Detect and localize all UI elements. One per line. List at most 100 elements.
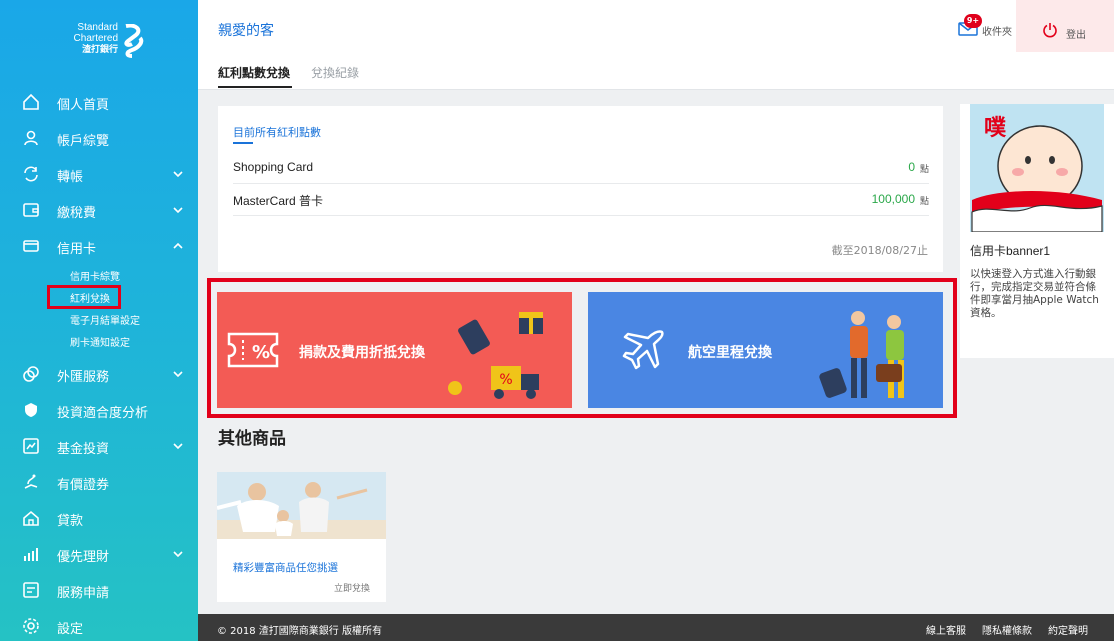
chevron-down-icon (173, 171, 183, 178)
sidebar-item-credit-card[interactable]: 信用卡 (0, 228, 198, 264)
product-card[interactable]: 精彩豐富商品任您挑選 立即兌換 (217, 472, 386, 602)
redeem-now-link[interactable]: 立即兌換 (334, 581, 370, 594)
chevron-down-icon (173, 207, 183, 214)
transfer-icon (24, 166, 38, 182)
credit-card-icon (23, 240, 39, 252)
promo-description: 以快速登入方式進入行動銀行，完成指定交易並符合條件即享當月抽Apple Watc… (970, 268, 1099, 319)
sidebar-item-suitability[interactable]: 投資適合度分析 (0, 392, 198, 428)
submenu-card-overview[interactable]: 信用卡綜覽 (0, 264, 198, 286)
brand-name: Standard Chartered 渣打銀行 (60, 22, 118, 55)
brand-logo[interactable]: Standard Chartered 渣打銀行 (60, 22, 150, 68)
currency-icon (23, 366, 39, 382)
credit-card-submenu: 信用卡綜覽 紅利兌換 電子月結單設定 刷卡通知設定 (0, 264, 198, 356)
wallet-icon (23, 203, 39, 217)
coupon-icon: % (227, 332, 279, 368)
family-photo-icon (217, 472, 386, 539)
sidebar-item-label: 基金投資 (57, 442, 110, 457)
submenu-label: 信用卡綜覽 (70, 272, 120, 283)
points-row-value: 100,000 (871, 192, 915, 206)
svg-text:%: % (499, 372, 512, 388)
sidebar-item-label: 繳稅費 (57, 206, 97, 221)
points-card: 目前所有紅利點數 Shopping Card 0 點 MasterCard 普卡… (218, 106, 943, 272)
securities-icon (24, 474, 38, 489)
footer: © 2018 渣打國際商業銀行 版權所有 線上客服 隱私權條款 約定聲明 (198, 614, 1114, 641)
shield-icon (25, 403, 37, 417)
sidebar-item-label: 設定 (57, 622, 84, 637)
bar-chart-icon (24, 548, 38, 561)
points-as-of: 截至2018/08/27止 (831, 244, 928, 257)
sidebar-item-account-overview[interactable]: 帳戶綜覽 (0, 120, 198, 156)
airline-miles-redeem-banner[interactable]: 航空里程兌換 (588, 292, 943, 408)
sidebar-item-label: 帳戶綜覽 (57, 134, 110, 149)
logout-button[interactable]: 登出 (1016, 0, 1114, 52)
svg-text:%: % (252, 342, 270, 363)
user-icon (24, 130, 38, 146)
footer-link-privacy[interactable]: 隱私權條款 (982, 622, 1032, 637)
gear-icon (23, 618, 39, 634)
home-icon (23, 93, 39, 110)
sidebar-item-label: 貸款 (57, 514, 84, 529)
other-products-heading: 其他商品 (218, 429, 286, 449)
submenu-label: 電子月結單設定 (70, 316, 140, 327)
donation-fee-redeem-banner[interactable]: % 捐款及費用折抵兌換 % (217, 292, 572, 408)
sidebar-item-forex[interactable]: 外匯服務 (0, 356, 198, 392)
brand-line2: Chartered (73, 33, 118, 44)
sidebar-item-label: 優先理財 (57, 550, 110, 565)
submenu-e-statement[interactable]: 電子月結單設定 (0, 308, 198, 330)
brand-line3: 渣打銀行 (81, 44, 118, 54)
sidebar-item-label: 信用卡 (57, 242, 97, 257)
copyright-text: © 2018 渣打國際商業銀行 版權所有 (217, 626, 382, 637)
banner-label: 航空里程兌換 (688, 345, 772, 361)
footer-link-online-service[interactable]: 線上客服 (926, 622, 966, 637)
points-row: Shopping Card 0 點 (233, 152, 929, 184)
promo-title: 信用卡banner1 (970, 244, 1051, 258)
points-row-name: Shopping Card (233, 160, 314, 174)
sidebar-item-home[interactable]: 個人首頁 (0, 84, 198, 120)
sidebar-item-settings[interactable]: 設定 (0, 608, 198, 641)
logout-label: 登出 (1066, 30, 1086, 41)
inbox-label: 收件夾 (982, 27, 1012, 38)
promo-image-text: 噗 (984, 116, 1007, 141)
tab-bonus-redeem[interactable]: 紅利點數兌換 (218, 64, 293, 88)
top-bar: 親愛的客 9+ 收件夾 登出 (198, 0, 1114, 52)
product-image (217, 472, 386, 539)
sidebar-item-label: 個人首頁 (57, 98, 110, 113)
sidebar-item-service-apply[interactable]: 服務申請 (0, 572, 198, 608)
brand-line1: Standard (77, 22, 118, 33)
footer-link-terms[interactable]: 約定聲明 (1048, 622, 1088, 637)
sidebar-nav: 個人首頁 帳戶綜覽 轉帳 繳稅費 信用卡 信用卡綜覽 紅利兌換 電子月結單設定 … (0, 84, 198, 641)
greeting-text: 親愛的客 (218, 23, 274, 39)
submenu-bonus-redeem[interactable]: 紅利兌換 (0, 285, 198, 309)
chart-icon (23, 438, 39, 454)
sidebar-item-securities[interactable]: 有價證券 (0, 464, 198, 500)
promo-image: 噗 (970, 104, 1104, 232)
chevron-down-icon (173, 443, 183, 450)
power-icon (1043, 23, 1057, 38)
submenu-label: 刷卡通知設定 (70, 338, 130, 349)
travelers-icon (819, 311, 904, 398)
shopping-tags-truck-icon: % (448, 312, 543, 399)
sidebar-item-priority-banking[interactable]: 優先理財 (0, 536, 198, 572)
submenu-card-notify[interactable]: 刷卡通知設定 (0, 330, 198, 352)
promo-card[interactable]: 噗 信用卡banner1 以快速登入方式進入行動銀行，完成指定交易並符合條件即享… (960, 104, 1114, 358)
chevron-down-icon (173, 551, 183, 558)
sidebar-item-bill-pay[interactable]: 繳稅費 (0, 192, 198, 228)
points-row-unit: 點 (919, 197, 929, 207)
tab-redeem-history[interactable]: 兌換紀錄 (311, 64, 359, 81)
points-title: 目前所有紅利點數 (233, 126, 321, 144)
redeem-banners-highlight: % 捐款及費用折抵兌換 % 航空里程兌換 (207, 278, 957, 418)
sidebar-item-transfer[interactable]: 轉帳 (0, 156, 198, 192)
points-row-unit: 點 (919, 165, 929, 175)
points-row-value: 0 (908, 160, 915, 174)
sidebar-item-loan[interactable]: 貸款 (0, 500, 198, 536)
chevron-down-icon (173, 371, 183, 378)
sidebar-item-funds[interactable]: 基金投資 (0, 428, 198, 464)
inbox-badge: 9+ (964, 14, 982, 28)
tab-bar: 紅利點數兌換 兌換紀錄 (198, 52, 1114, 90)
sidebar-item-label: 外匯服務 (57, 370, 110, 385)
airplane-icon (622, 330, 664, 370)
sidebar-item-label: 服務申請 (57, 586, 110, 601)
loan-house-icon (23, 510, 39, 526)
form-icon (23, 582, 39, 598)
banner-label: 捐款及費用折抵兌換 (299, 345, 425, 361)
